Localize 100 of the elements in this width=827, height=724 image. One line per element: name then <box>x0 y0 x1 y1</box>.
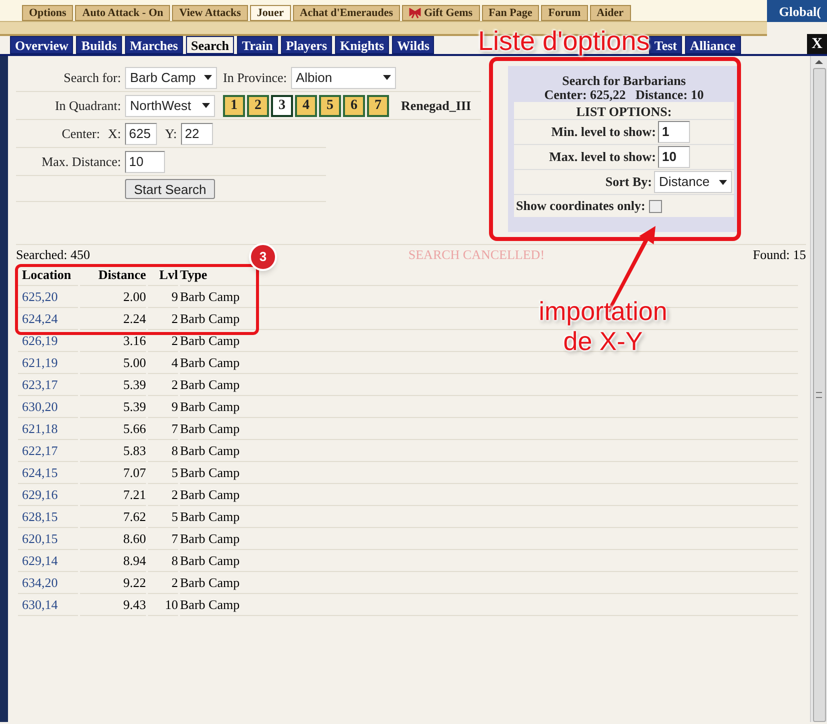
location-link[interactable]: 634,20 <box>18 572 78 594</box>
location-link[interactable]: 628,15 <box>18 506 78 528</box>
table-cell: 2 <box>148 374 178 396</box>
min-level-input[interactable]: 1 <box>658 121 690 143</box>
table-cell: 2.00 <box>80 286 146 308</box>
table-cell: 5.66 <box>80 418 146 440</box>
menu-tab[interactable]: Auto Attack - On <box>75 5 170 21</box>
location-link[interactable]: 620,15 <box>18 528 78 550</box>
scroll-up-icon[interactable] <box>815 60 823 64</box>
menu-tab[interactable]: Options <box>22 5 74 21</box>
menu-tab[interactable]: View Attacks <box>172 5 248 21</box>
tab[interactable]: Wilds <box>392 36 434 54</box>
global-panel[interactable]: Global( <box>767 0 827 22</box>
coordinates-checkbox[interactable] <box>649 200 662 212</box>
scroll-thumb[interactable] <box>812 68 826 722</box>
location-link[interactable]: 621,19 <box>18 352 78 374</box>
searched-count: Searched: 450 <box>16 246 90 264</box>
option-label: Show coordinates only: <box>516 197 646 216</box>
table-cell: 5.00 <box>80 352 146 374</box>
dropdown-caret-icon <box>382 75 391 80</box>
city-button[interactable]: 7 <box>367 94 389 116</box>
location-link[interactable]: 629,16 <box>18 484 78 506</box>
table-cell: Barb Camp <box>180 484 798 506</box>
city-button[interactable]: 5 <box>319 94 341 116</box>
location-link[interactable]: 626,19 <box>18 330 78 352</box>
tab[interactable]: Builds <box>76 36 122 54</box>
max-distance-input[interactable]: 10 <box>125 150 165 172</box>
table-cell: 8.60 <box>80 528 146 550</box>
menu-tab[interactable]: Jouer <box>250 5 291 21</box>
location-link[interactable]: 629,14 <box>18 550 78 572</box>
field-label: Y: <box>165 124 177 143</box>
table-cell: 2 <box>148 308 178 330</box>
found-count: Found: 15 <box>752 246 806 264</box>
tab[interactable]: Players <box>280 36 332 54</box>
table-cell: Barb Camp <box>180 550 798 572</box>
table-cell: 7.62 <box>80 506 146 528</box>
table-cell: 9.43 <box>80 594 146 616</box>
tab[interactable]: Knights <box>335 36 390 54</box>
city-button[interactable]: 4 <box>295 94 317 116</box>
player-name: Renegad_III <box>401 96 472 115</box>
location-link[interactable]: 630,20 <box>18 396 78 418</box>
field-label: X: <box>107 124 121 143</box>
table-cell: Barb Camp <box>180 396 798 418</box>
menu-tab[interactable]: Achat d'Emeraudes <box>292 5 400 21</box>
scrollbar[interactable] <box>810 56 827 722</box>
city-button[interactable]: 2 <box>247 94 269 116</box>
start-search-button[interactable]: Start Search <box>125 178 216 198</box>
table-cell: 2 <box>148 572 178 594</box>
panel-title: Search for Barbarians <box>561 74 687 88</box>
city-button[interactable]: 6 <box>343 94 365 116</box>
sort-select[interactable]: Distance <box>654 171 732 193</box>
location-link[interactable]: 623,17 <box>18 374 78 396</box>
location-link[interactable]: 624,15 <box>18 462 78 484</box>
table-cell: 2 <box>148 330 178 352</box>
menu-tab[interactable]: Forum <box>541 5 588 21</box>
list-options-heading: LIST OPTIONS: <box>514 102 734 120</box>
menu-tab[interactable]: Aider <box>590 5 631 21</box>
column-header: Distance <box>80 264 146 286</box>
y-input[interactable]: 22 <box>180 122 213 144</box>
quadrant-select[interactable]: NorthWest <box>125 94 215 116</box>
table-cell: 7 <box>148 418 178 440</box>
location-link[interactable]: 625,20 <box>18 286 78 308</box>
table-cell: Barb Camp <box>180 440 798 462</box>
search-type-select[interactable]: Barb Camp <box>125 66 217 88</box>
table-cell: 7.21 <box>80 484 146 506</box>
tab[interactable]: Marches <box>124 36 183 54</box>
location-link[interactable]: 624,24 <box>18 308 78 330</box>
table-cell: 3.16 <box>80 330 146 352</box>
field-label: In Province: <box>223 68 287 87</box>
tab[interactable]: Alliance <box>685 36 741 54</box>
location-link[interactable]: 621,18 <box>18 418 78 440</box>
max-level-input[interactable]: 10 <box>658 146 690 168</box>
field-label: Search for: <box>62 68 121 87</box>
menu-tab[interactable]: Gift Gems <box>402 5 480 21</box>
tab[interactable]: Train <box>237 36 278 54</box>
panel-subtitle: Center: 625,22 Distance: 10 <box>543 88 705 102</box>
x-input[interactable]: 625 <box>125 122 157 144</box>
city-button[interactable]: 3 <box>271 94 293 116</box>
close-button[interactable]: X <box>807 34 827 54</box>
table-cell: 5 <box>148 462 178 484</box>
tab[interactable]: Overview <box>10 36 74 54</box>
dropdown-caret-icon <box>719 180 727 184</box>
table-cell: 7 <box>148 528 178 550</box>
tab[interactable]: Search <box>186 36 234 54</box>
location-link[interactable]: 630,14 <box>18 594 78 616</box>
table-cell: 8 <box>148 550 178 572</box>
dropdown-caret-icon <box>202 103 210 108</box>
table-cell: Barb Camp <box>180 572 798 594</box>
table-cell: 9.22 <box>80 572 146 594</box>
province-select[interactable]: Albion <box>290 66 396 88</box>
grip-icon <box>816 392 822 398</box>
table-cell: 5.83 <box>80 440 146 462</box>
table-cell: Barb Camp <box>180 418 798 440</box>
table-cell: Barb Camp <box>180 594 798 616</box>
table-cell: 2 <box>148 484 178 506</box>
field-label: Center: <box>60 124 100 143</box>
menu-tab[interactable]: Fan Page <box>482 5 540 21</box>
location-link[interactable]: 622,17 <box>18 440 78 462</box>
city-button[interactable]: 1 <box>223 94 245 116</box>
table-cell: Barb Camp <box>180 352 798 374</box>
